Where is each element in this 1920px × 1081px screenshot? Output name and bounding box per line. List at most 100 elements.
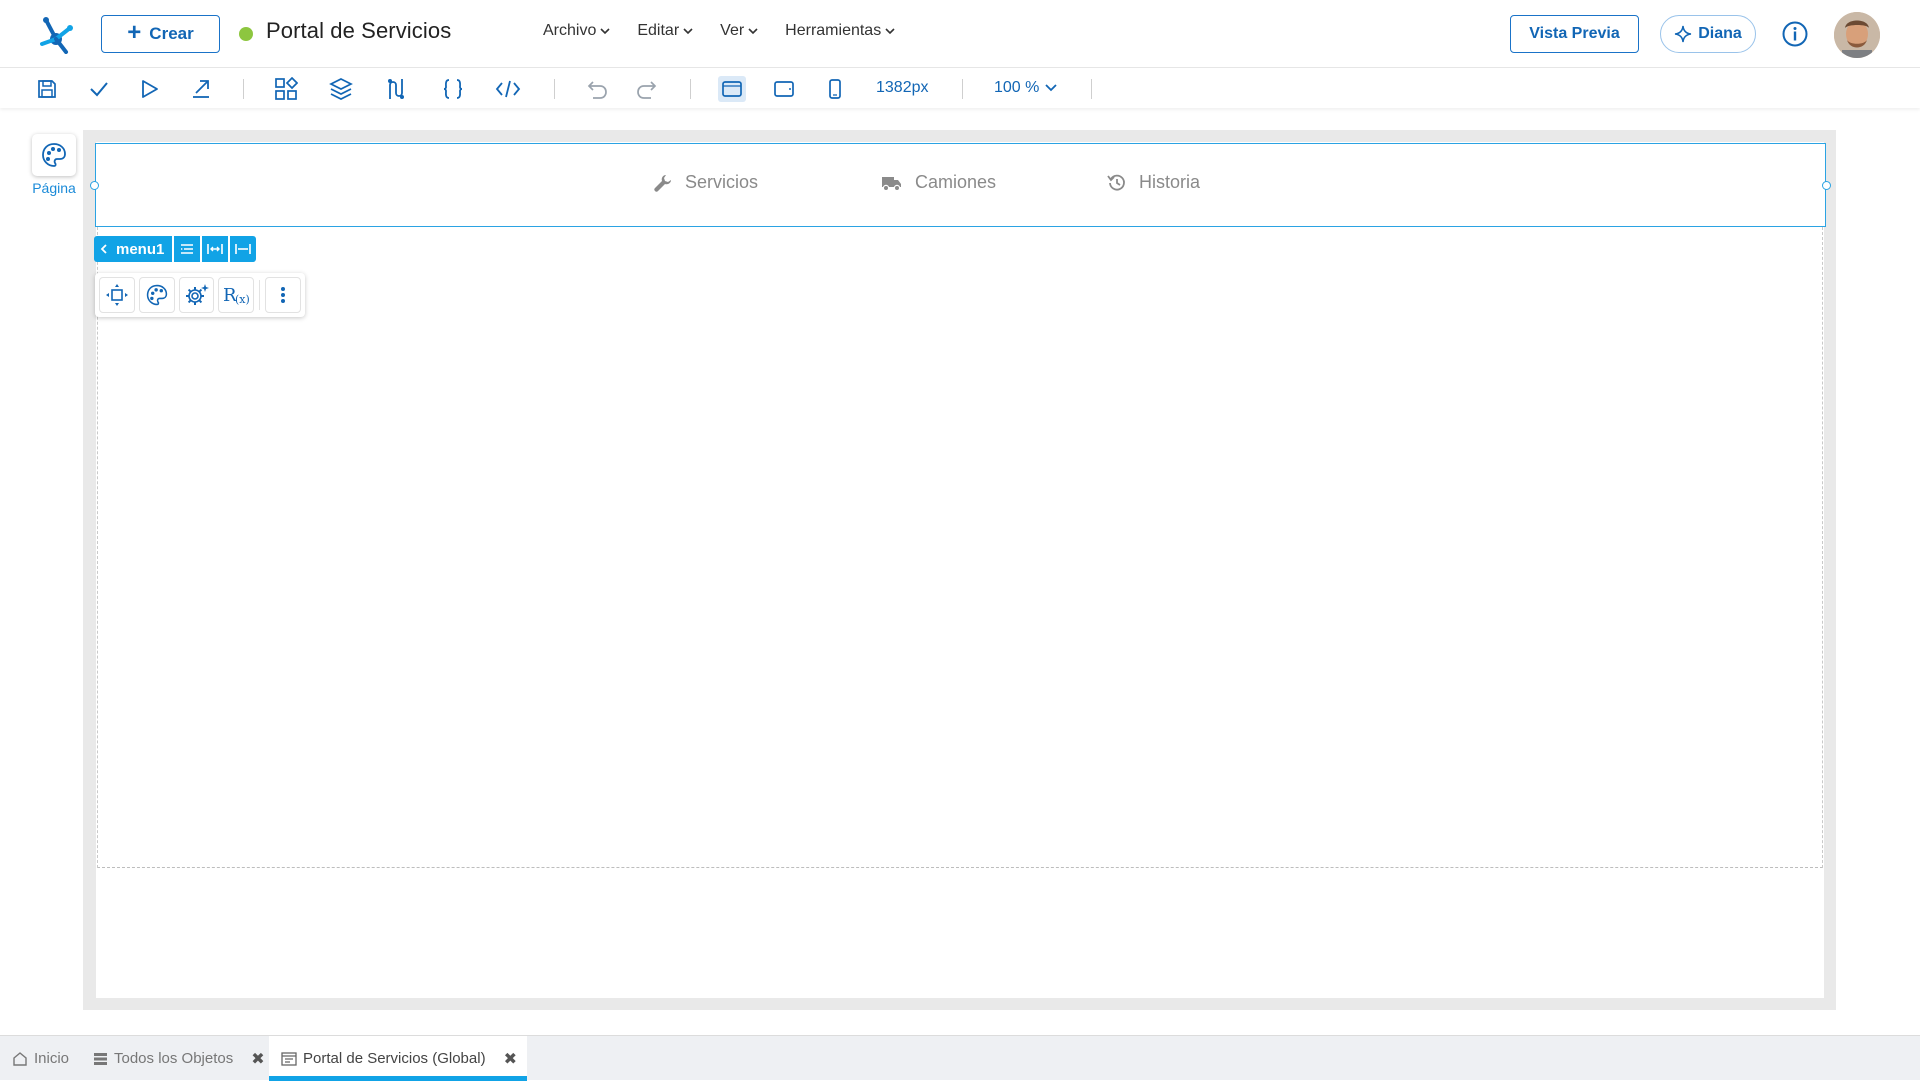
page-style-button[interactable] <box>32 134 76 176</box>
assistant-button-label: Diana <box>1698 25 1742 42</box>
page-icon <box>281 1051 297 1066</box>
chevron-down-icon <box>1045 84 1058 92</box>
truck-icon <box>882 176 901 191</box>
history-icon <box>1107 174 1125 191</box>
app-title: Portal de Servicios <box>266 18 452 43</box>
move-tool[interactable] <box>99 277 135 313</box>
settings-tool[interactable] <box>178 277 215 313</box>
menu-entry-label: Camiones <box>915 172 997 192</box>
fit-width-button[interactable] <box>202 236 229 262</box>
full-width-button[interactable] <box>230 236 257 262</box>
menu-entry-historia[interactable]: Historia <box>1107 172 1200 193</box>
tab-portal-de-servicios[interactable]: Portal de Servicios (Global) ✖ <box>269 1036 527 1081</box>
menu-ver[interactable]: Ver <box>720 22 758 40</box>
undo-icon[interactable] <box>584 76 610 102</box>
app-header: + Crear Portal de Servicios Archivo Edit… <box>0 0 1920 68</box>
document-tabs-bar: Inicio Todos los Objetos ✖ Portal de Ser… <box>0 1035 1920 1081</box>
redo-icon[interactable] <box>634 76 660 102</box>
content-drop-area[interactable] <box>97 227 1823 868</box>
toolbar-separator <box>962 79 963 99</box>
menu-archivo[interactable]: Archivo <box>543 22 610 40</box>
fit-width-icon <box>207 244 224 254</box>
chevron-down-icon <box>683 28 693 35</box>
floating-toolbar-separator <box>259 280 261 310</box>
tab-todos-los-objetos[interactable]: Todos los Objetos ✖ <box>93 1036 265 1081</box>
preview-button[interactable]: Vista Previa <box>1510 15 1639 53</box>
toolbar-separator <box>1091 79 1092 99</box>
tab-label: Todos los Objetos <box>114 1050 234 1067</box>
close-icon[interactable]: ✖ <box>504 1049 517 1069</box>
assistant-button[interactable]: Diana <box>1660 15 1756 53</box>
sparkle-icon <box>1675 25 1692 43</box>
layers-icon[interactable] <box>328 76 354 102</box>
menu-entry-label: Servicios <box>685 172 759 192</box>
zoom-select[interactable]: 100 % <box>994 79 1058 97</box>
braces-icon[interactable] <box>440 76 466 102</box>
chevron-down-icon <box>748 28 758 35</box>
menu-entry-camiones[interactable]: Camiones <box>881 172 996 193</box>
full-width-icon <box>235 244 252 254</box>
toolbar-separator <box>690 79 691 99</box>
tablet-view-icon[interactable] <box>771 76 797 102</box>
component-name: menu1 <box>116 240 165 258</box>
list-align-icon <box>181 244 194 254</box>
home-icon <box>13 1052 27 1066</box>
code-icon[interactable] <box>495 76 521 102</box>
menu-entry-label: Historia <box>1139 172 1201 192</box>
tab-inicio[interactable]: Inicio <box>12 1036 69 1081</box>
menu-ver-label: Ver <box>720 22 745 39</box>
gear-sparkle-icon <box>185 284 209 305</box>
zoom-value: 100 % <box>994 79 1040 96</box>
page-style-label: Página <box>32 180 76 196</box>
more-options-tool[interactable] <box>265 277 301 313</box>
flow-icon[interactable] <box>383 76 409 102</box>
create-button[interactable]: + Crear <box>101 15 220 53</box>
tab-label: Portal de Servicios (Global) <box>303 1050 486 1067</box>
plus-icon: + <box>127 19 142 46</box>
menu-editar[interactable]: Editar <box>637 22 693 40</box>
wrench-icon <box>654 174 671 192</box>
component-tag: menu1 <box>94 236 257 262</box>
editor-toolbar: 1382px 100 % <box>0 68 1920 108</box>
desktop-view-icon[interactable] <box>718 76 746 102</box>
menu-herramientas[interactable]: Herramientas <box>785 22 895 40</box>
check-icon[interactable] <box>86 76 112 102</box>
more-vertical-icon <box>281 287 286 303</box>
chevron-down-icon <box>885 28 895 35</box>
component-select-parent[interactable]: menu1 <box>94 236 173 262</box>
style-tool[interactable] <box>138 277 175 313</box>
menu-component[interactable]: Servicios Camiones Historia <box>90 143 1831 227</box>
main-menu: Archivo Editar Ver Herramientas <box>543 22 922 40</box>
move-icon <box>105 284 128 306</box>
palette-icon <box>146 284 167 306</box>
create-button-label: Crear <box>149 24 194 43</box>
menu-entry-servicios[interactable]: Servicios <box>653 172 758 193</box>
play-icon[interactable] <box>136 76 162 102</box>
avatar-image <box>1834 12 1880 58</box>
close-icon[interactable]: ✖ <box>251 1049 264 1069</box>
menu-editar-label: Editar <box>637 22 680 39</box>
canvas-width[interactable]: 1382px <box>876 79 929 97</box>
toolbar-separator <box>554 79 555 99</box>
user-avatar[interactable] <box>1834 12 1880 58</box>
components-icon[interactable] <box>273 76 299 102</box>
save-icon[interactable] <box>34 76 60 102</box>
list-icon <box>94 1052 107 1065</box>
tab-label: Inicio <box>34 1050 70 1067</box>
align-list-button[interactable] <box>174 236 201 262</box>
rules-tool[interactable]: R (x) <box>218 277 255 313</box>
info-icon[interactable] <box>1781 20 1809 48</box>
chevron-left-icon <box>100 244 107 254</box>
svg-text:(x): (x) <box>235 293 250 306</box>
palette-icon <box>42 143 66 167</box>
menu-herramientas-label: Herramientas <box>785 22 882 39</box>
mobile-view-icon[interactable] <box>822 76 848 102</box>
status-indicator <box>239 27 253 41</box>
rules-icon: R(x) <box>223 285 250 306</box>
chevron-down-icon <box>600 28 610 35</box>
component-floating-toolbar: R (x) <box>95 273 305 317</box>
toolbar-separator <box>243 79 244 99</box>
publish-icon[interactable] <box>188 76 214 102</box>
app-logo[interactable] <box>36 14 76 54</box>
menu-archivo-label: Archivo <box>543 22 597 39</box>
